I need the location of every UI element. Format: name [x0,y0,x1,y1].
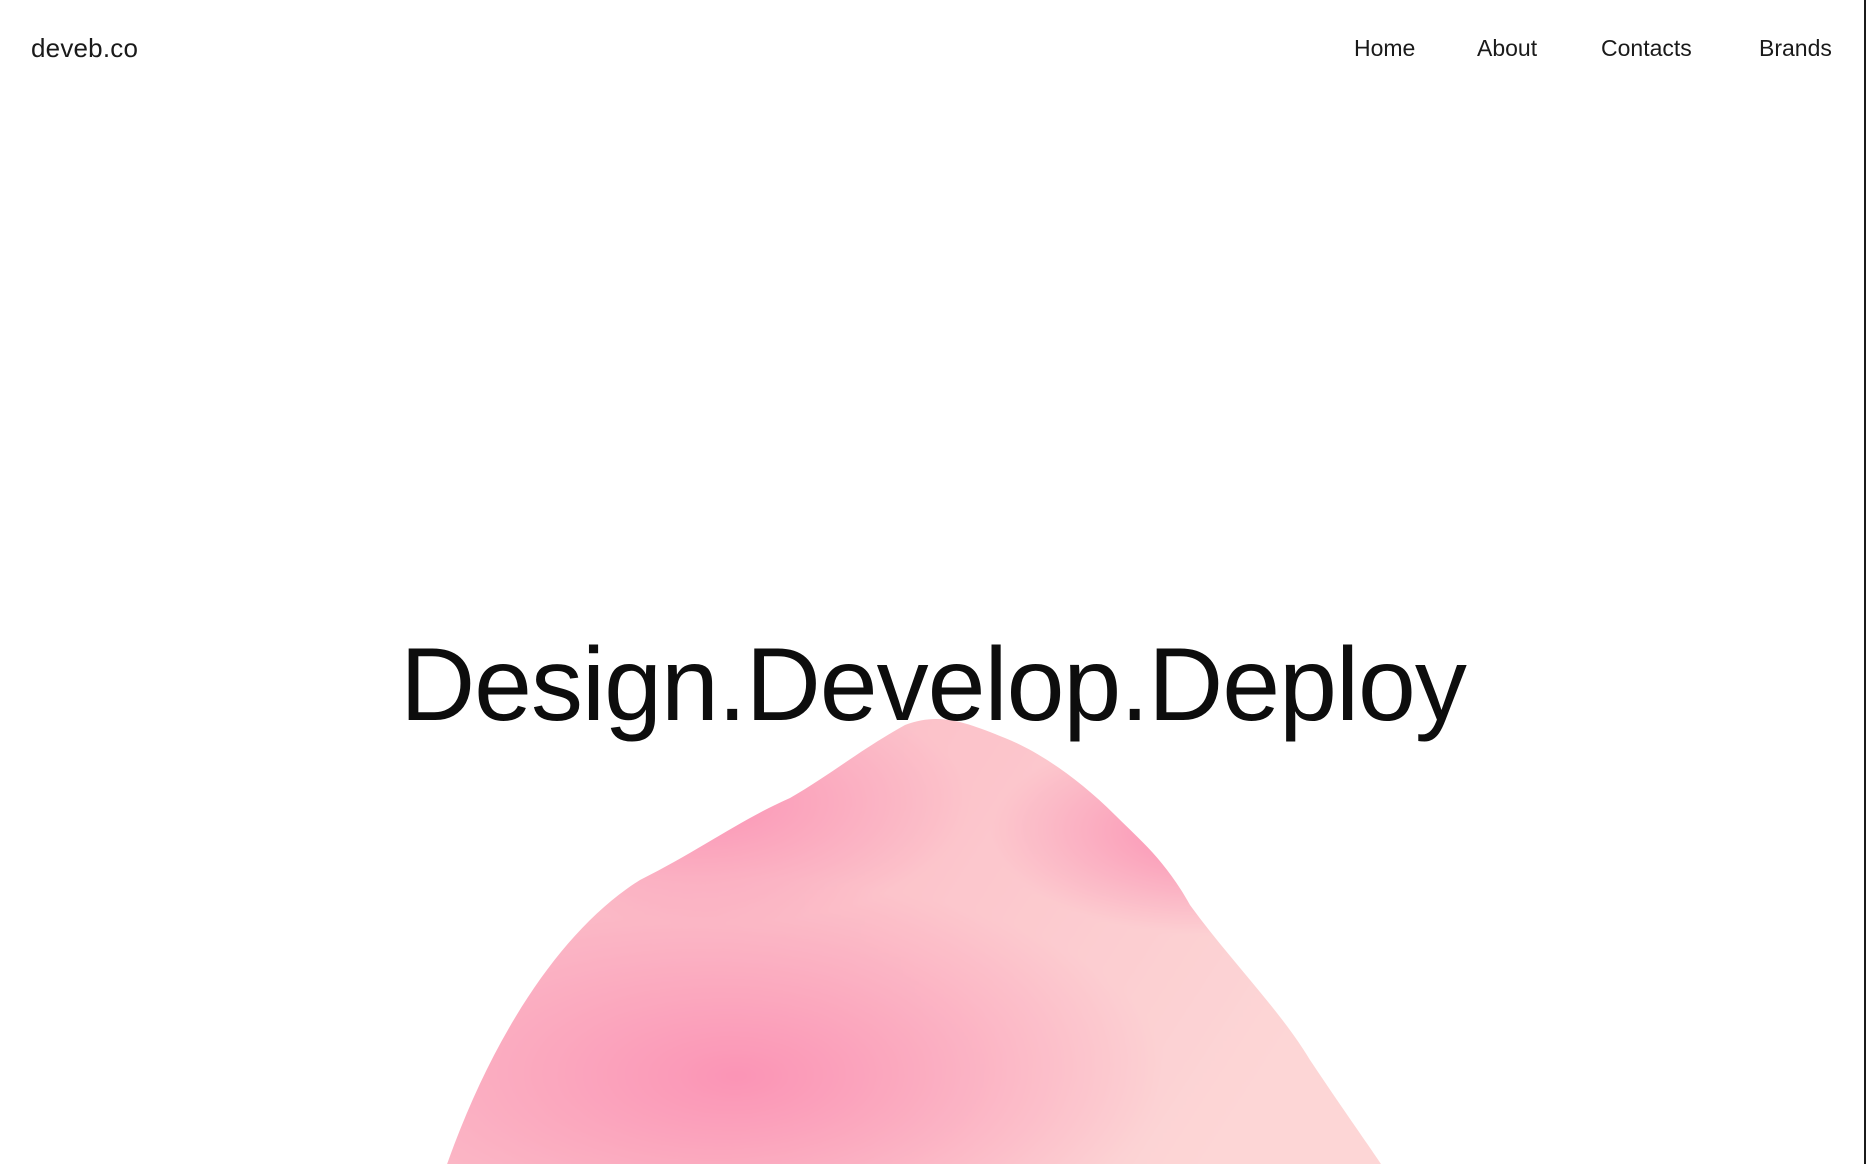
nav-link-home[interactable]: Home [1354,33,1415,63]
nav-link-about[interactable]: About [1477,33,1537,63]
blob-fill [445,719,1385,1164]
navbar: deveb.co Home About Contacts Brands [0,0,1866,96]
brand-logo-link[interactable]: deveb.co [31,31,138,65]
hero-gradient-blob [445,719,1385,1164]
page: deveb.co Home About Contacts Brands Desi… [0,0,1866,1164]
nav-link-brands[interactable]: Brands [1759,33,1832,63]
nav-link-contacts[interactable]: Contacts [1601,33,1692,63]
hero-headline: Design.Develop.Deploy [400,627,1467,743]
